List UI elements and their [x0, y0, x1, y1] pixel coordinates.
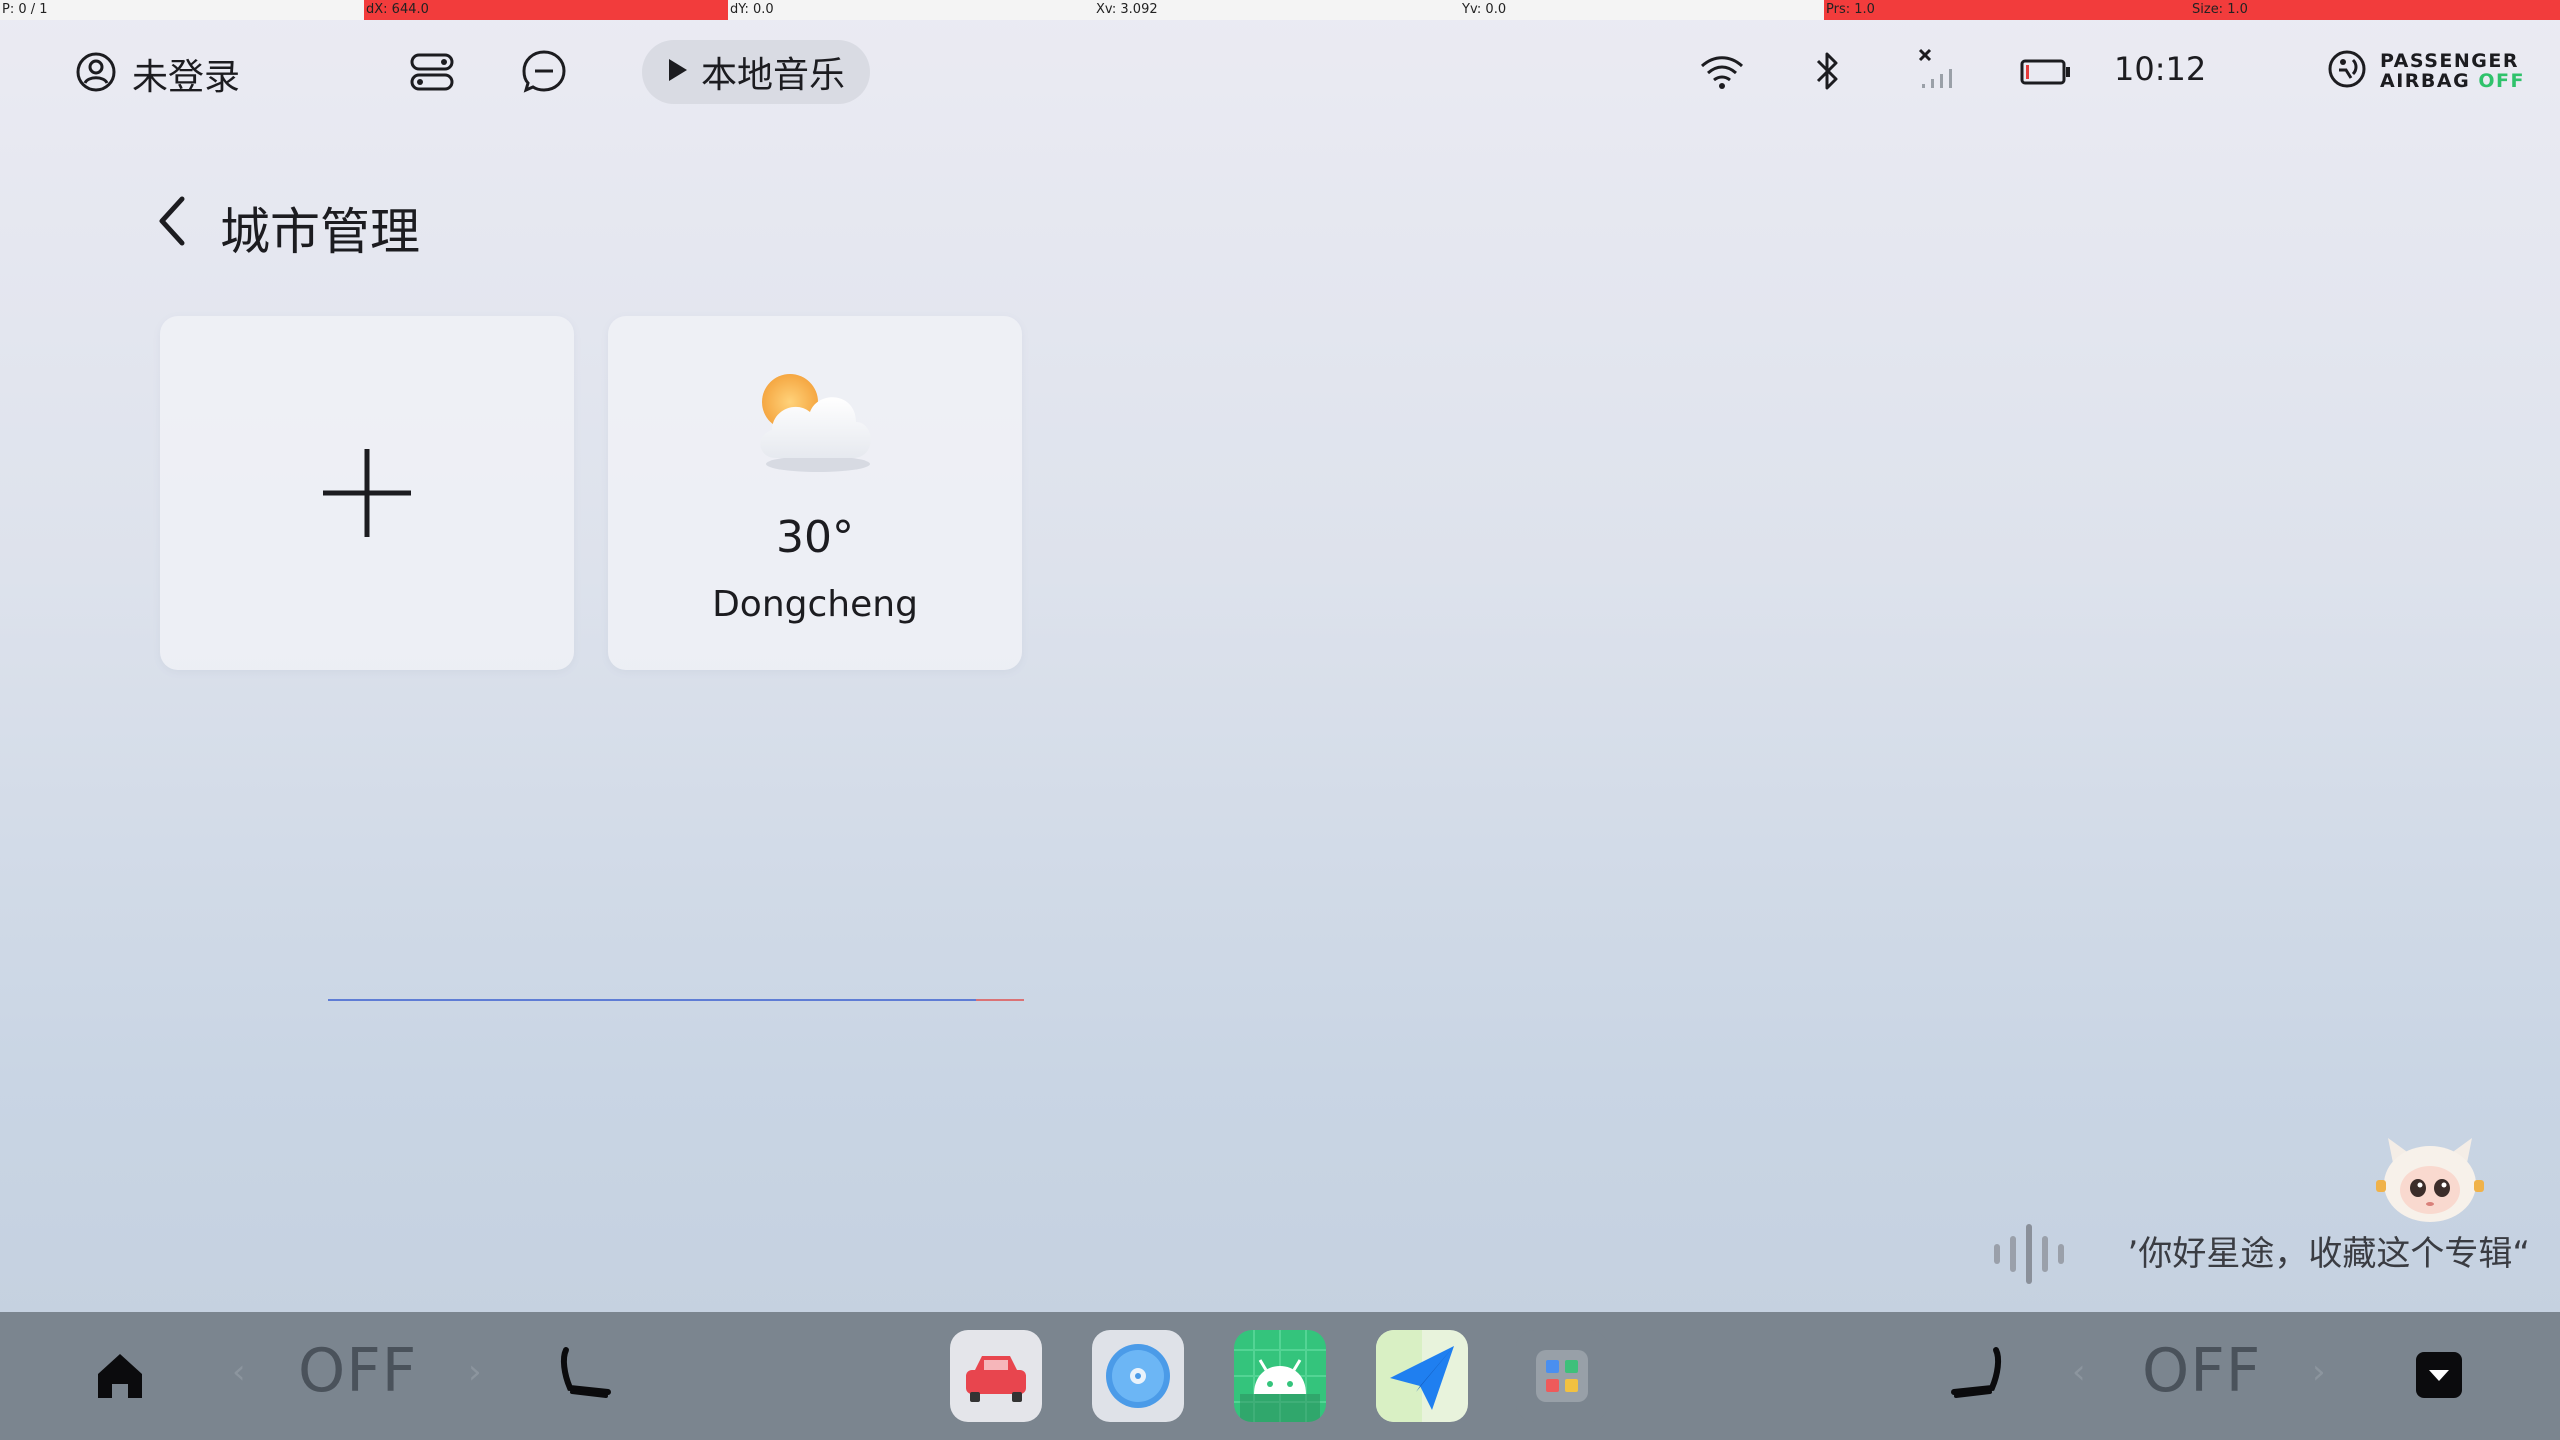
dropdown-toggle-icon[interactable] [2414, 1350, 2464, 1404]
airbag-line1: PASSENGER [2380, 50, 2519, 72]
clock: 10:12 [2114, 50, 2207, 88]
home-icon[interactable] [92, 1348, 148, 1408]
bottom-dock: ‹ OFF › ‹ OFF › [0, 1312, 2560, 1440]
airbag-state: OFF [2478, 70, 2525, 92]
android-app-icon[interactable] [1234, 1330, 1326, 1422]
add-city-card[interactable] [160, 316, 574, 670]
right-seat-next-icon[interactable]: › [2312, 1352, 2326, 1392]
car-app-icon[interactable] [950, 1330, 1042, 1422]
toggle-switches-icon[interactable] [408, 50, 456, 98]
status-bar: 未登录 本地音乐 10:12 PASSENGER AIRBAG OFF [0, 20, 2560, 125]
navigation-app-icon[interactable] [1376, 1330, 1468, 1422]
debug-dx: dX: 644.0 [364, 0, 728, 20]
left-seat-next-icon[interactable]: › [468, 1352, 482, 1392]
local-music-label: 本地音乐 [700, 55, 845, 96]
wifi-icon [1698, 52, 1746, 96]
left-seat-prev-icon[interactable]: ‹ [232, 1352, 246, 1392]
airbag-icon [2326, 48, 2368, 94]
play-icon [667, 57, 689, 87]
debug-dy: dY: 0.0 [730, 2, 774, 17]
city-card[interactable]: 30° Dongcheng [608, 316, 1022, 670]
city-name: Dongcheng [712, 584, 918, 625]
back-button[interactable] [150, 190, 194, 256]
chevron-left-icon [156, 195, 188, 251]
debug-size: Size: 1.0 [2190, 0, 2560, 20]
page-title: 城市管理 [220, 203, 420, 261]
login-status-label: 未登录 [132, 57, 241, 98]
voice-hint-text: “你好星途，收藏这个专辑” [2130, 1234, 2530, 1274]
battery-icon [2020, 58, 2072, 90]
debug-pressure: Prs: 1.0 [1824, 0, 2190, 20]
local-music-button[interactable]: 本地音乐 [642, 40, 870, 104]
music-disc-app-icon[interactable] [1092, 1330, 1184, 1422]
passenger-airbag-status: PASSENGER AIRBAG OFF [2326, 48, 2525, 94]
touch-trace-line [328, 988, 1024, 1001]
right-seat-prev-icon[interactable]: ‹ [2072, 1352, 2086, 1392]
chat-bubble-icon[interactable] [520, 48, 568, 100]
right-seat-icon[interactable] [1946, 1344, 2006, 1408]
user-circle-icon [74, 50, 118, 98]
no-signal-icon [1914, 46, 1962, 96]
assistant-mascot-avatar[interactable] [2370, 1128, 2490, 1232]
left-seat-icon[interactable] [556, 1344, 616, 1408]
debug-pointer: P: 0 / 1 [2, 2, 48, 17]
debug-xv: Xv: 3.092 [1096, 2, 1158, 17]
plus-icon [160, 316, 574, 670]
debug-yv: Yv: 0.0 [1462, 2, 1507, 17]
voice-wave-icon[interactable] [1990, 1222, 2086, 1290]
bluetooth-icon [1812, 48, 1842, 98]
city-temperature: 30° [776, 512, 854, 563]
partly-cloudy-icon [744, 360, 888, 484]
airbag-line2-prefix: AIRBAG [2380, 70, 2479, 92]
app-grid-icon[interactable] [1516, 1330, 1608, 1422]
right-seat-heat-label: OFF [2142, 1336, 2262, 1406]
login-button[interactable]: 未登录 [74, 48, 240, 100]
left-seat-heat-label: OFF [298, 1336, 418, 1406]
pointer-debug-bar: P: 0 / 1 dX: 644.0 dY: 0.0 Xv: 3.092 Yv:… [0, 0, 2560, 20]
